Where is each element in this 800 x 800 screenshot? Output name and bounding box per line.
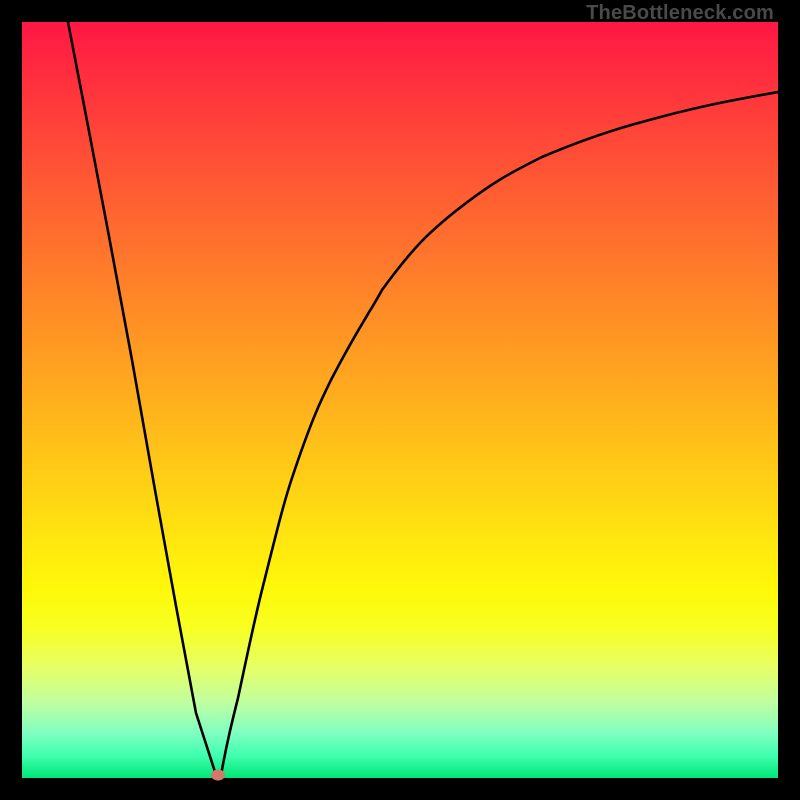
plot-area [22,22,778,778]
minimum-marker [211,770,225,781]
watermark-text: TheBottleneck.com [586,2,774,25]
heat-gradient-background [22,22,778,778]
